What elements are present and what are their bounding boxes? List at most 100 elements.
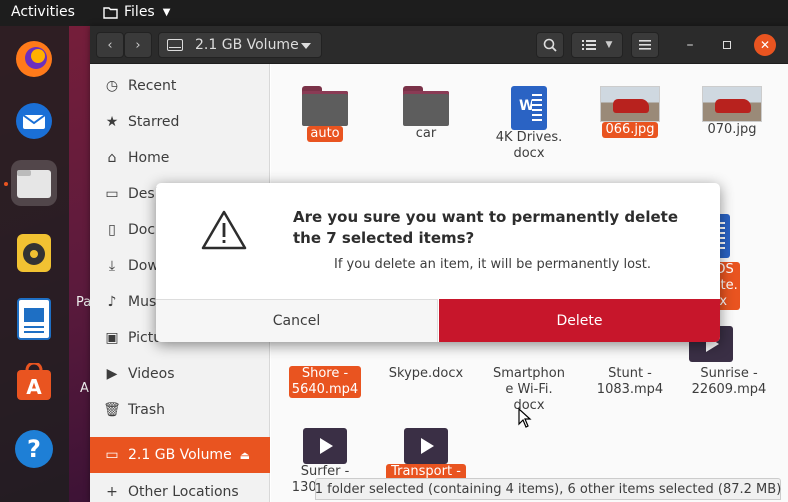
- caret-down-icon: ▼: [605, 40, 613, 50]
- dock-writer[interactable]: [11, 296, 57, 342]
- desktop-icon: ▭: [105, 186, 119, 202]
- music-icon: ♪: [107, 294, 117, 310]
- folder-icon: [403, 86, 449, 126]
- file-item[interactable]: Skype.docx: [376, 366, 476, 382]
- plus-icon: +: [106, 484, 118, 500]
- writer-icon: [17, 298, 51, 340]
- back-button[interactable]: ‹: [96, 32, 124, 58]
- dock-rhythmbox[interactable]: [11, 230, 57, 276]
- file-item[interactable]: Shore - 5640.mp4: [275, 366, 375, 398]
- sidebar-item-volume[interactable]: ▭ 2.1 GB Volume ⏏: [90, 437, 270, 473]
- firefox-icon: [16, 41, 52, 77]
- sidebar-item-label: Videos: [128, 366, 175, 382]
- sidebar-item-videos[interactable]: ▶ Videos: [90, 356, 270, 392]
- image-thumbnail: [600, 86, 660, 122]
- file-label: Skype.docx: [388, 366, 464, 381]
- file-label: 070.jpg: [707, 122, 757, 137]
- trash-icon: 🗑: [103, 402, 121, 418]
- dock-files[interactable]: [11, 160, 57, 206]
- file-item[interactable]: W 4K Drives. docx: [479, 86, 579, 162]
- warning-icon: [201, 210, 247, 250]
- close-icon: ✕: [759, 38, 771, 52]
- view-toggle-button[interactable]: ▼: [571, 32, 623, 58]
- file-label: Smartphon e Wi-Fi. docx: [492, 366, 565, 413]
- minimize-button[interactable]: –: [679, 34, 701, 56]
- dock: A ?: [0, 26, 69, 502]
- path-label: 2.1 GB Volume: [195, 37, 299, 53]
- file-item[interactable]: Smartphon e Wi-Fi. docx: [479, 366, 579, 414]
- forward-button[interactable]: ›: [124, 32, 152, 58]
- drive-icon: ▭: [105, 447, 119, 463]
- eject-icon[interactable]: ⏏: [240, 449, 250, 462]
- sidebar-item-label: Recent: [128, 78, 177, 94]
- desktop-label: A: [80, 381, 89, 396]
- header-bar: ‹ › 2.1 GB Volume ▼ – ✕: [90, 26, 788, 64]
- speaker-icon: [17, 234, 51, 272]
- sidebar-item-starred[interactable]: ★ Starred: [90, 104, 270, 140]
- store-icon: A: [17, 363, 51, 400]
- delete-button[interactable]: Delete: [439, 299, 720, 342]
- folder-icon: [302, 86, 348, 126]
- files-icon: [17, 170, 51, 198]
- dock-help[interactable]: ?: [11, 426, 57, 472]
- menu-button[interactable]: [631, 32, 659, 58]
- sidebar-item-home[interactable]: ⌂ Home: [90, 140, 270, 176]
- delete-confirm-dialog: Are you sure you want to permanently del…: [156, 183, 720, 342]
- close-button[interactable]: ✕: [754, 34, 776, 56]
- drive-icon: [167, 39, 183, 51]
- desktop-label: Pa: [76, 295, 92, 310]
- svg-text:A: A: [26, 375, 42, 399]
- file-label: auto: [307, 126, 343, 142]
- file-label: Sunrise - 22609.mp4: [691, 366, 767, 397]
- sidebar-item-other-locations[interactable]: + Other Locations: [90, 482, 270, 502]
- help-icon: ?: [15, 430, 53, 468]
- dialog-message: If you delete an item, it will be perman…: [334, 257, 652, 272]
- maximize-button[interactable]: [716, 34, 738, 56]
- top-bar: Activities Files ▼: [0, 0, 788, 26]
- running-indicator: [4, 182, 8, 186]
- status-bar: 1 folder selected (containing 4 items), …: [315, 478, 781, 500]
- file-item[interactable]: car: [376, 86, 476, 142]
- video-icon: ▶: [106, 366, 118, 382]
- thunderbird-icon: [16, 103, 52, 139]
- sidebar-item-recent[interactable]: ◷ Recent: [90, 68, 270, 104]
- download-icon: ⤓: [108, 258, 116, 274]
- chevron-left-icon: ‹: [107, 37, 113, 53]
- list-view-icon: [581, 40, 596, 50]
- document-icon: ▯: [108, 222, 116, 238]
- video-icon: [404, 428, 448, 464]
- app-menu[interactable]: Files ▼: [103, 4, 170, 20]
- star-icon: ★: [105, 114, 119, 130]
- hamburger-icon: [639, 40, 651, 50]
- file-label: 066.jpg: [602, 122, 658, 138]
- home-icon: ⌂: [107, 150, 117, 166]
- file-item[interactable]: Stunt - 1083.mp4: [580, 366, 680, 398]
- dock-firefox[interactable]: [11, 36, 57, 82]
- image-thumbnail: [702, 86, 762, 122]
- app-menu-label: Files: [124, 4, 155, 20]
- maximize-icon: [723, 41, 731, 49]
- activities-button[interactable]: Activities: [11, 4, 75, 20]
- file-item[interactable]: auto: [275, 86, 375, 142]
- file-item[interactable]: 066.jpg: [580, 86, 680, 138]
- search-button[interactable]: [536, 32, 564, 58]
- file-label: 4K Drives. docx: [495, 130, 563, 161]
- sidebar-item-trash[interactable]: 🗑 Trash: [90, 392, 270, 428]
- folder-icon: [103, 6, 118, 19]
- caret-down-icon: [301, 43, 311, 49]
- cancel-button[interactable]: Cancel: [156, 299, 438, 342]
- picture-icon: ▣: [105, 330, 119, 346]
- video-icon: [303, 428, 347, 464]
- dock-thunderbird[interactable]: [11, 98, 57, 144]
- sidebar-item-label: Starred: [128, 114, 180, 130]
- mouse-cursor-icon: [518, 408, 532, 428]
- file-label: Shore - 5640.mp4: [288, 366, 362, 398]
- word-document-icon: W: [511, 86, 547, 130]
- sidebar-item-label: Other Locations: [128, 484, 239, 500]
- search-icon: [543, 38, 557, 52]
- file-item[interactable]: 070.jpg: [682, 86, 782, 138]
- path-bar-button[interactable]: 2.1 GB Volume: [158, 32, 322, 58]
- clock-icon: ◷: [105, 78, 119, 94]
- svg-text:?: ?: [27, 435, 41, 463]
- dock-software[interactable]: A: [11, 360, 57, 406]
